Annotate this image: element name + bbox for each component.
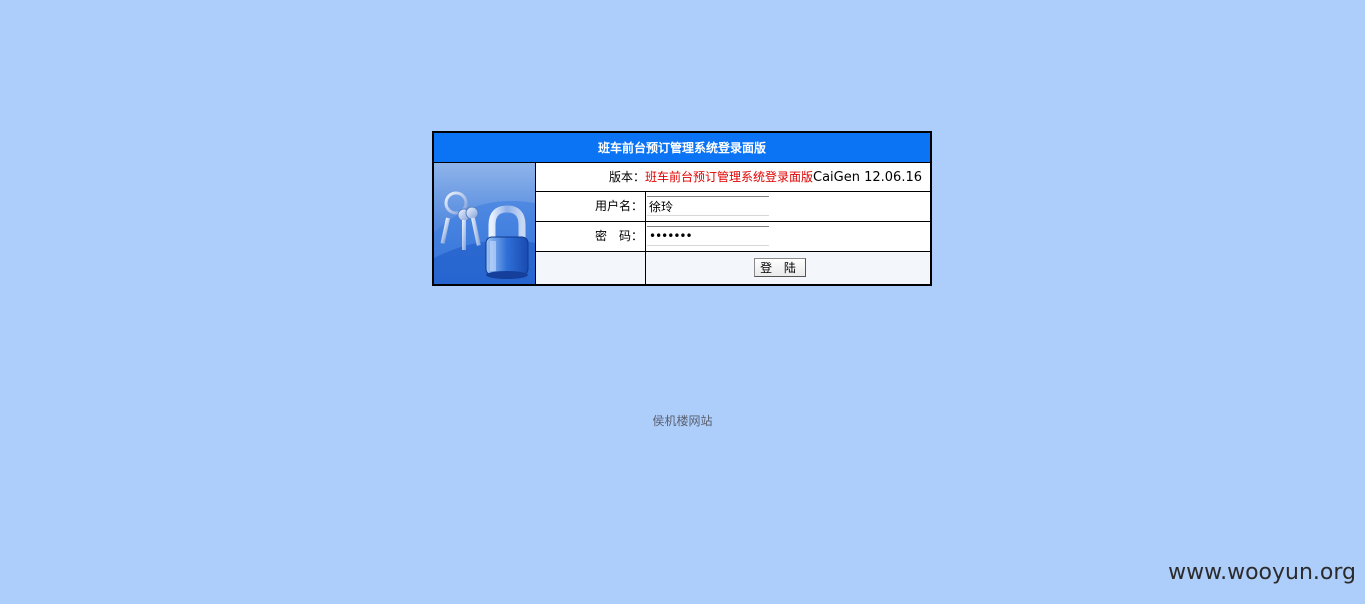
version-info: 版本：班车前台预订管理系统登录面版CaiGen 12.06.16 (609, 163, 922, 192)
panel-title: 班车前台预订管理系统登录面版 (434, 133, 930, 163)
footer-site-name: 侯机楼网站 (652, 414, 713, 428)
password-row: 密 码： (536, 222, 930, 252)
username-input[interactable] (647, 196, 769, 216)
username-row: 用户名： (536, 192, 930, 222)
padlock-illustration (434, 191, 535, 284)
login-button[interactable]: 登 陆 (754, 258, 806, 277)
version-name: 班车前台预订管理系统登录面版 (644, 170, 813, 184)
password-input[interactable] (647, 226, 769, 246)
version-row: 版本：班车前台预订管理系统登录面版CaiGen 12.06.16 (536, 163, 930, 192)
version-code: CaiGen 12.06.16 (813, 170, 922, 185)
version-label: 版本： (608, 170, 645, 184)
action-label-cell (536, 252, 646, 284)
password-label: 密 码： (536, 222, 646, 251)
watermark-text: www.wooyun.org (1168, 560, 1356, 585)
password-cell (646, 222, 930, 251)
keys-and-padlock-icon (434, 163, 536, 284)
username-label: 用户名： (536, 192, 646, 221)
action-cell: 登 陆 (646, 252, 930, 284)
login-panel: 班车前台预订管理系统登录面版 版本：班车前台预订管理系统登录面版CaiGen 1… (432, 131, 932, 286)
action-row: 登 陆 (536, 252, 930, 284)
username-cell (646, 192, 930, 221)
